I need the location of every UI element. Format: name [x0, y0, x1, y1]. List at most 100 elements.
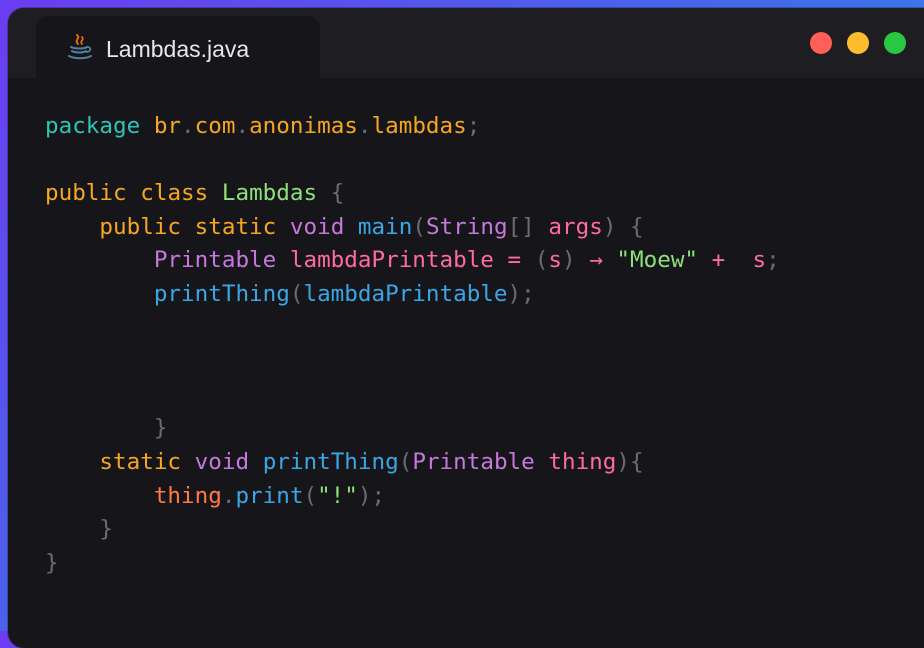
code-token: lambdaPrintable: [289, 247, 494, 274]
code-token: com: [194, 113, 236, 139]
code-token: printThing: [153, 280, 290, 307]
code-line: }: [45, 547, 780, 581]
code-token: =: [507, 247, 522, 274]
tab-lambdas-java[interactable]: Lambdas.java: [36, 16, 320, 78]
code-token: thing: [548, 448, 617, 475]
code-token: {: [630, 213, 644, 240]
code-token: ): [357, 482, 372, 509]
code-token: {: [630, 448, 644, 475]
code-token: +: [711, 247, 726, 274]
code-token: s: [752, 247, 767, 274]
code-token: ): [507, 280, 522, 307]
code-line: }: [45, 513, 780, 547]
code-token: []: [507, 213, 535, 240]
code-line: package br.com.anonimas.lambdas;: [45, 110, 780, 144]
code-token: .: [235, 113, 250, 139]
java-icon: [66, 32, 94, 62]
code-token: (: [398, 448, 413, 475]
code-token: args: [548, 213, 603, 240]
code-token: void: [194, 448, 250, 475]
code-token: lambdas: [371, 113, 467, 139]
code-line: public class Lambdas {: [45, 177, 780, 211]
code-token: "Moew": [616, 247, 699, 274]
code-token: (: [534, 247, 549, 274]
code-token: "!": [317, 482, 358, 509]
code-token: }: [99, 516, 114, 543]
code-token: printThing: [262, 448, 399, 475]
code-token: br: [153, 113, 182, 139]
code-editor[interactable]: package br.com.anonimas.lambdas; public c…: [45, 110, 780, 580]
code-token: .: [357, 113, 372, 139]
code-token: ;: [766, 247, 780, 274]
code-token: }: [153, 415, 168, 442]
tab-filename: Lambdas.java: [106, 36, 250, 62]
code-token: String: [425, 213, 508, 240]
code-token: .: [181, 113, 195, 139]
code-token: {: [330, 180, 345, 207]
code-token: }: [45, 549, 59, 576]
maximize-dot[interactable]: [884, 32, 906, 54]
code-token: →: [589, 247, 603, 274]
code-token: (: [412, 213, 426, 240]
code-token: Printable: [412, 448, 535, 475]
code-line: public static void main(String[] args) {: [45, 211, 780, 245]
code-token: (: [289, 280, 304, 307]
minimize-dot[interactable]: [847, 32, 869, 54]
code-token: ): [561, 247, 576, 274]
code-line: }: [45, 412, 780, 446]
code-line: printThing(lambdaPrintable);: [45, 278, 780, 312]
code-token: static: [194, 213, 277, 240]
code-token: ;: [521, 280, 535, 307]
code-token: .: [221, 482, 236, 509]
code-token: print: [235, 482, 304, 509]
code-token: class: [140, 180, 209, 207]
code-token: main: [357, 213, 413, 240]
code-token: public: [99, 213, 182, 240]
code-token: ;: [466, 113, 481, 139]
code-token: Printable: [153, 247, 277, 274]
code-line: thing.print("!");: [45, 480, 780, 514]
code-token: void: [289, 213, 345, 240]
code-token: public: [45, 180, 127, 207]
code-line: static void printThing(Printable thing){: [45, 446, 780, 480]
code-line: Printable lambdaPrintable = (s) → "Moew"…: [45, 244, 780, 278]
code-token: ;: [371, 482, 386, 509]
title-bar: Lambdas.java: [8, 8, 924, 78]
code-token: package: [45, 113, 141, 139]
code-token: static: [99, 448, 182, 475]
code-token: Lambdas: [221, 180, 318, 207]
code-token: (: [303, 482, 318, 509]
code-token: s: [548, 247, 562, 274]
code-token: ): [602, 213, 617, 240]
close-dot[interactable]: [810, 32, 832, 54]
code-token: ): [616, 448, 630, 475]
